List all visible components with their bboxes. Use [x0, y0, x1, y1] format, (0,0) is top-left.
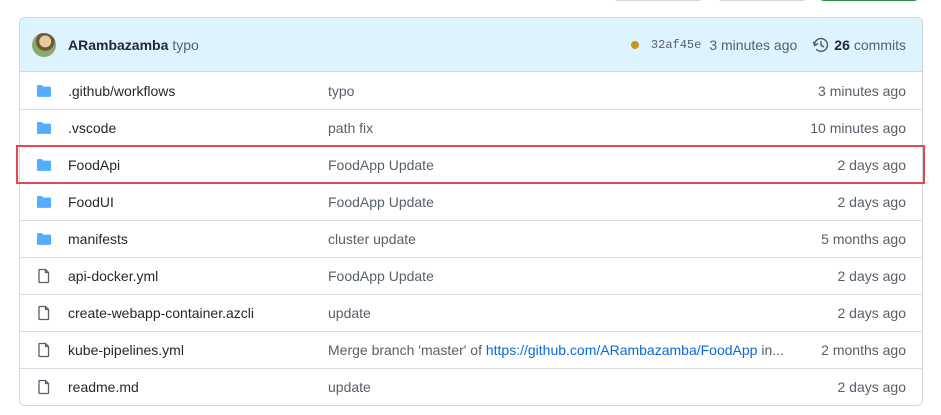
file-name[interactable]: FoodApi: [68, 157, 328, 173]
file-row[interactable]: kube-pipelines.yml Merge branch 'master'…: [20, 331, 922, 368]
file-row[interactable]: readme.md update 2 days ago: [20, 368, 922, 405]
file-browser: ARambazamba typo 32af45e 3 minutes ago 2…: [19, 17, 923, 406]
commit-author[interactable]: ARambazamba: [68, 37, 168, 53]
file-commit-message[interactable]: FoodApp Update: [328, 268, 838, 284]
commit-message-text[interactable]: Merge branch 'master' of: [328, 342, 486, 358]
file-icon: [38, 305, 50, 321]
file-name[interactable]: manifests: [68, 231, 328, 247]
folder-icon: [37, 84, 51, 97]
file-age: 2 months ago: [821, 342, 906, 358]
file-commit-message[interactable]: path fix: [328, 120, 810, 136]
commit-message-truncation: in...: [757, 342, 784, 358]
file-name[interactable]: api-docker.yml: [68, 268, 328, 284]
file-name[interactable]: .github/workflows: [68, 83, 328, 99]
file-name[interactable]: create-webapp-container.azcli: [68, 305, 328, 321]
file-age: 2 days ago: [837, 305, 907, 321]
commits-label[interactable]: commits: [854, 37, 906, 53]
file-age: 2 days ago: [837, 379, 907, 395]
file-name[interactable]: FoodUI: [68, 194, 328, 210]
commit-message[interactable]: typo: [172, 37, 198, 53]
folder-icon: [37, 233, 51, 245]
file-commit-message[interactable]: FoodApp Update: [328, 157, 838, 173]
folder-icon: [37, 159, 51, 171]
top-button-middle[interactable]: [716, 0, 808, 1]
file-row[interactable]: FoodApi FoodApp Update 2 days ago: [20, 146, 922, 183]
file-commit-message[interactable]: cluster update: [328, 231, 821, 247]
file-age: 3 minutes ago: [818, 82, 906, 99]
file-icon: [38, 342, 50, 358]
commit-time: 3 minutes ago: [709, 36, 798, 53]
top-button-left[interactable]: [612, 0, 704, 1]
file-name[interactable]: .vscode: [68, 120, 328, 136]
file-age: 5 months ago: [821, 231, 906, 247]
code-button[interactable]: [818, 0, 920, 1]
avatar[interactable]: [32, 32, 56, 57]
file-row[interactable]: .github/workflows typo 3 minutes ago: [20, 72, 922, 109]
file-name[interactable]: readme.md: [68, 379, 328, 395]
folder-icon: [37, 196, 51, 208]
file-row[interactable]: create-webapp-container.azcli update 2 d…: [20, 294, 922, 331]
file-icon: [38, 379, 50, 395]
file-name[interactable]: kube-pipelines.yml: [68, 342, 328, 358]
file-row[interactable]: FoodUI FoodApp Update 2 days ago: [20, 183, 922, 220]
file-age: 2 days ago: [837, 268, 907, 284]
file-row[interactable]: api-docker.yml FoodApp Update 2 days ago: [20, 257, 922, 294]
file-commit-message[interactable]: typo: [328, 83, 818, 99]
file-commit-message[interactable]: update: [328, 305, 838, 321]
file-commit-message[interactable]: FoodApp Update: [328, 194, 838, 210]
latest-commit-header: ARambazamba typo 32af45e 3 minutes ago 2…: [20, 18, 922, 72]
folder-icon: [37, 122, 51, 134]
commit-message-link[interactable]: https://github.com/ARambazamba/FoodApp: [486, 342, 758, 358]
file-age: 2 days ago: [837, 157, 907, 173]
history-icon: [813, 37, 829, 52]
commit-sha[interactable]: 32af45e: [651, 38, 701, 52]
file-age: 2 days ago: [837, 194, 907, 210]
file-row[interactable]: .vscode path fix 10 minutes ago: [20, 109, 922, 146]
file-commit-message[interactable]: update: [328, 379, 838, 395]
file-row[interactable]: manifests cluster update 5 months ago: [20, 220, 922, 257]
file-age: 10 minutes ago: [810, 120, 906, 136]
file-icon: [38, 268, 50, 284]
file-commit-message[interactable]: Merge branch 'master' of https://github.…: [328, 342, 821, 358]
file-list: .github/workflows typo 3 minutes ago .vs…: [20, 72, 922, 405]
commit-count[interactable]: 26: [834, 37, 850, 53]
status-dot-icon[interactable]: [630, 40, 639, 49]
